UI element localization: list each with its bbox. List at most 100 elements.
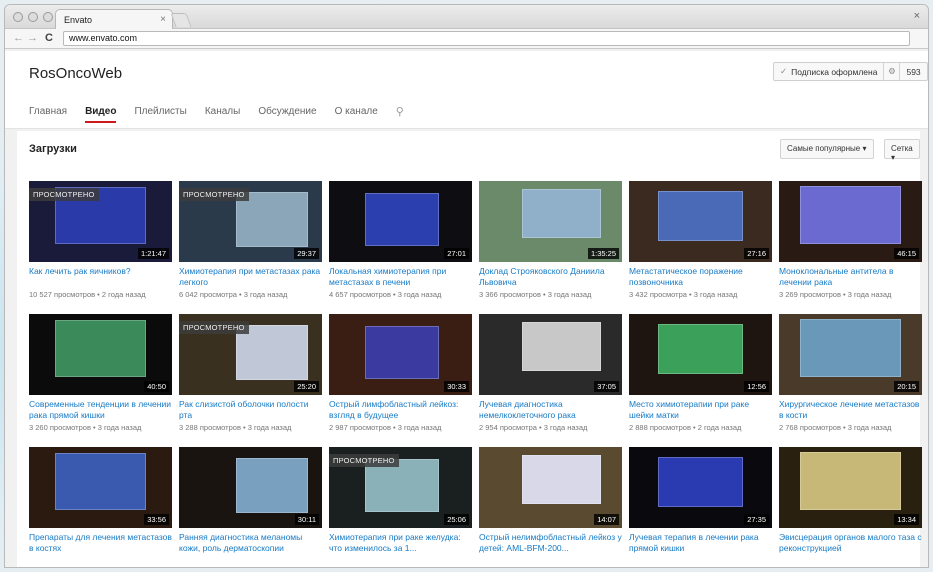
video-card[interactable]: 1:35:25 Доклад Строяковского Даниила Льво…	[479, 181, 622, 302]
browser-close-icon[interactable]: ×	[914, 10, 920, 22]
tab-channels[interactable]: Каналы	[205, 99, 241, 127]
video-title[interactable]: Острый нелимфобластный лейкоз у детей: A…	[479, 532, 622, 554]
video-meta: 4 657 просмотров • 3 года назад	[329, 290, 442, 299]
chevron-down-icon: ▾	[862, 144, 867, 153]
video-card[interactable]: 14:07 Острый нелимфобластный лейкоз у дет…	[479, 447, 622, 567]
notification-settings-icon[interactable]: ⚙	[883, 63, 899, 80]
view-dropdown[interactable]: Сетка ▾	[884, 139, 920, 162]
thumbnail-slide	[364, 326, 440, 379]
video-thumbnail[interactable]: ПРОСМОТРЕНО 25:06	[329, 447, 472, 528]
search-icon[interactable]: ⚲	[396, 99, 404, 127]
video-thumbnail[interactable]: 12:56	[629, 314, 772, 395]
duration-badge: 20:15	[894, 381, 919, 392]
video-thumbnail[interactable]: 27:16	[629, 181, 772, 262]
video-thumbnail[interactable]: ПРОСМОТРЕНО 25:20	[179, 314, 322, 395]
tab-playlists[interactable]: Плейлисты	[134, 99, 186, 127]
tab-close-icon[interactable]: ×	[160, 14, 166, 25]
url-field[interactable]: www.envato.com	[63, 31, 910, 46]
video-title[interactable]: Хирургическое лечение метастазов в кости	[779, 399, 922, 421]
video-card[interactable]: 30:33 Острый лимфобластный лейкоз: взгляд…	[329, 314, 472, 435]
duration-badge: 27:01	[444, 248, 469, 259]
video-title[interactable]: Острый лимфобластный лейкоз: взгляд в бу…	[329, 399, 472, 421]
video-title[interactable]: Препараты для лечения метастазов в костя…	[29, 532, 172, 554]
thumbnail-slide	[364, 193, 440, 246]
video-title[interactable]: Рак слизистой оболочки полости рта	[179, 399, 322, 421]
video-thumbnail[interactable]: 20:15	[779, 314, 922, 395]
thumbnail-slide	[521, 322, 601, 371]
view-label: Сетка	[891, 144, 913, 153]
video-thumbnail[interactable]: ПРОСМОТРЕНО 1:21:47	[29, 181, 172, 262]
tab-discussion[interactable]: Обсуждение	[258, 99, 316, 127]
video-card[interactable]: ПРОСМОТРЕНО 25:06 Химиотерапия при раке же…	[329, 447, 472, 567]
watched-badge: ПРОСМОТРЕНО	[179, 321, 249, 334]
tab-videos[interactable]: Видео	[85, 99, 117, 127]
video-meta: 6 042 просмотра • 3 года назад	[179, 290, 288, 299]
video-card[interactable]: ПРОСМОТРЕНО 29:37 Химиотерапия при метаста…	[179, 181, 322, 302]
video-thumbnail[interactable]: 33:56	[29, 447, 172, 528]
duration-badge: 25:20	[294, 381, 319, 392]
chevron-down-icon: ▾	[891, 153, 896, 162]
video-title[interactable]: Лучевая терапия в лечении рака прямой ки…	[629, 532, 772, 554]
video-thumbnail[interactable]: 30:11	[179, 447, 322, 528]
video-thumbnail[interactable]: 1:35:25	[479, 181, 622, 262]
video-thumbnail[interactable]: 13:34	[779, 447, 922, 528]
video-thumbnail[interactable]: 40:50	[29, 314, 172, 395]
address-bar: ← → C www.envato.com	[5, 29, 928, 49]
video-title[interactable]: Лучевая диагностика немелкоклеточного ра…	[479, 399, 622, 421]
tab-home[interactable]: Главная	[29, 99, 67, 127]
video-title[interactable]: Локальная химиотерапия при метастазах в …	[329, 266, 472, 288]
thumbnail-slide	[364, 459, 440, 512]
video-title[interactable]: Место химиотерапии при раке шейки матки	[629, 399, 772, 421]
browser-tab-title: Envato	[64, 15, 93, 25]
zoom-window-button[interactable]	[43, 12, 53, 22]
video-title[interactable]: Как лечить рак яичников?	[29, 266, 172, 288]
video-thumbnail[interactable]: 27:01	[329, 181, 472, 262]
video-title[interactable]: Химиотерапия при раке желудка: что измен…	[329, 532, 472, 554]
close-window-button[interactable]	[13, 12, 23, 22]
watched-badge: ПРОСМОТРЕНО	[329, 454, 399, 467]
video-title[interactable]: Ранняя диагностика меланомы кожи, роль д…	[179, 532, 322, 554]
duration-badge: 12:56	[744, 381, 769, 392]
video-card[interactable]: 30:11 Ранняя диагностика меланомы кожи, р…	[179, 447, 322, 567]
video-card[interactable]: 27:35 Лучевая терапия в лечении рака прям…	[629, 447, 772, 567]
video-card[interactable]: 37:05 Лучевая диагностика немелкоклеточно…	[479, 314, 622, 435]
video-title[interactable]: Химиотерапия при метастазах рака легкого	[179, 266, 322, 288]
video-thumbnail[interactable]: 14:07	[479, 447, 622, 528]
video-title[interactable]: Метастатическое поражение позвоночника	[629, 266, 772, 288]
subscribe-label: Подписка оформлена	[791, 66, 878, 77]
forward-arrow-icon[interactable]: →	[27, 32, 38, 44]
minimize-window-button[interactable]	[28, 12, 38, 22]
video-thumbnail[interactable]: 46:15	[779, 181, 922, 262]
video-card[interactable]: 12:56 Место химиотерапии при раке шейки м…	[629, 314, 772, 435]
video-meta: 3 366 просмотров • 3 года назад	[479, 290, 592, 299]
video-thumbnail[interactable]: 30:33	[329, 314, 472, 395]
reload-icon[interactable]: C	[45, 32, 53, 44]
video-title[interactable]: Современные тенденции в лечении рака пря…	[29, 399, 172, 421]
video-card[interactable]: 13:34 Эвисцерация органов малого таза с р…	[779, 447, 922, 567]
sort-dropdown[interactable]: Самые популярные ▾	[780, 139, 874, 159]
video-thumbnail[interactable]: 27:35	[629, 447, 772, 528]
video-thumbnail[interactable]: 37:05	[479, 314, 622, 395]
video-card[interactable]: 27:01 Локальная химиотерапия при метастаз…	[329, 181, 472, 302]
video-card[interactable]: ПРОСМОТРЕНО 1:21:47 Как лечить рак яичнико…	[29, 181, 172, 302]
tab-about[interactable]: О канале	[335, 99, 378, 127]
video-card[interactable]: 20:15 Хирургическое лечение метастазов в …	[779, 314, 922, 435]
video-title[interactable]: Доклад Строяковского Даниила Львовича	[479, 266, 622, 288]
video-card[interactable]: 46:15 Моноклональные антитела в лечении р…	[779, 181, 922, 302]
video-card[interactable]: ПРОСМОТРЕНО 25:20 Рак слизистой оболочки п…	[179, 314, 322, 435]
subscribe-button[interactable]: ✓ Подписка оформлена ⚙ 593	[773, 62, 928, 81]
channel-header: RosOncoWeb ✓ Подписка оформлена ⚙ 593 Гл…	[5, 51, 928, 129]
video-title[interactable]: Эвисцерация органов малого таза с реконс…	[779, 532, 922, 554]
browser-tab[interactable]: Envato ×	[55, 9, 173, 29]
video-meta: 3 432 просмотра • 3 года назад	[629, 290, 738, 299]
video-card[interactable]: 40:50 Современные тенденции в лечении рак…	[29, 314, 172, 435]
new-tab-button[interactable]	[170, 13, 192, 27]
video-card[interactable]: 33:56 Препараты для лечения метастазов в …	[29, 447, 172, 567]
duration-badge: 46:15	[894, 248, 919, 259]
video-thumbnail[interactable]: ПРОСМОТРЕНО 29:37	[179, 181, 322, 262]
thumbnail-slide	[54, 453, 147, 511]
back-arrow-icon[interactable]: ←	[13, 32, 24, 44]
video-card[interactable]: 27:16 Метастатическое поражение позвоночн…	[629, 181, 772, 302]
video-title[interactable]: Моноклональные антитела в лечении рака	[779, 266, 922, 288]
channel-title: RosOncoWeb	[29, 65, 123, 82]
